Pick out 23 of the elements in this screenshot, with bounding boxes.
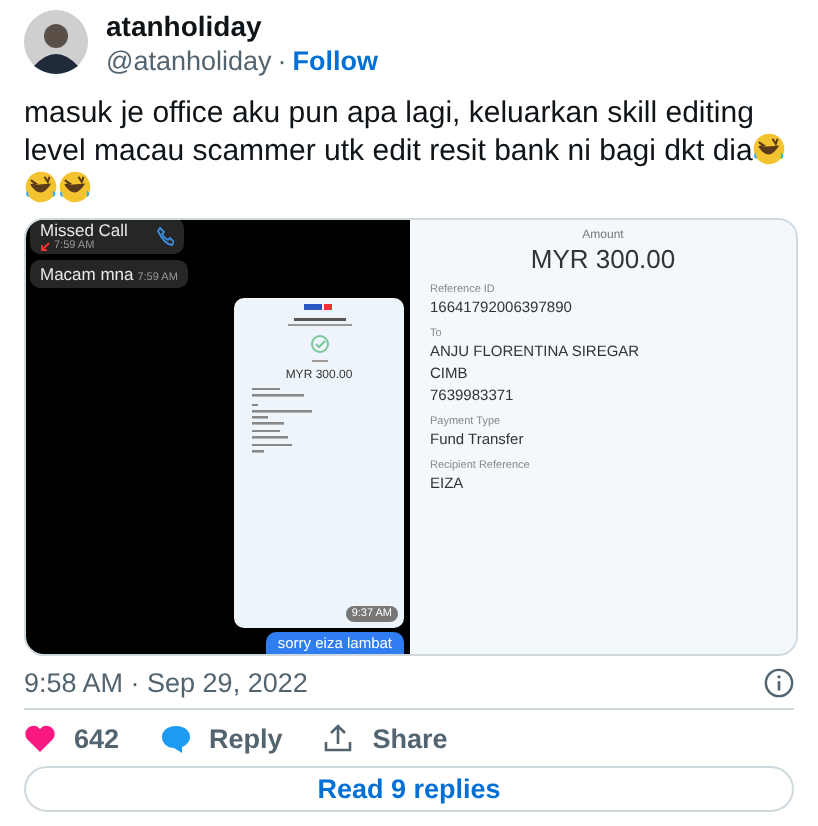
share-icon[interactable] bbox=[322, 722, 355, 754]
share-link[interactable]: Share bbox=[372, 723, 448, 753]
reply-link[interactable]: Reply bbox=[209, 723, 283, 753]
author-name[interactable]: atanholiday bbox=[106, 9, 379, 41]
follow-link[interactable]: Follow bbox=[292, 45, 379, 75]
timestamp[interactable]: 9:58 AM · Sep 29, 2022 bbox=[24, 667, 308, 697]
call-label: Missed Call bbox=[40, 220, 128, 240]
tweet-text: masuk je office aku pun apa lagi, keluarkan skill editing level macau scammer utk edit resit bank ni bagi dkt dia bbox=[24, 96, 754, 168]
laughing-emoji-icon bbox=[24, 170, 58, 204]
info-icon[interactable] bbox=[764, 667, 794, 697]
avatar[interactable] bbox=[24, 10, 88, 74]
heart-icon[interactable] bbox=[24, 724, 56, 752]
phone-icon bbox=[155, 226, 174, 246]
amount-value: MYR 300.00 bbox=[528, 244, 678, 274]
speech-bubble-icon[interactable] bbox=[159, 723, 192, 753]
receipt-details-drawing bbox=[252, 388, 312, 454]
missed-call-arrow-icon bbox=[40, 241, 50, 251]
laughing-emoji-icon bbox=[58, 170, 92, 204]
author-handle[interactable]: @atanholiday bbox=[106, 45, 272, 75]
like-count[interactable]: 642 bbox=[74, 723, 120, 753]
separator: · bbox=[277, 45, 287, 75]
read-replies-button[interactable]: Read 9 replies bbox=[24, 766, 794, 812]
laughing-emoji-icon bbox=[752, 132, 787, 166]
